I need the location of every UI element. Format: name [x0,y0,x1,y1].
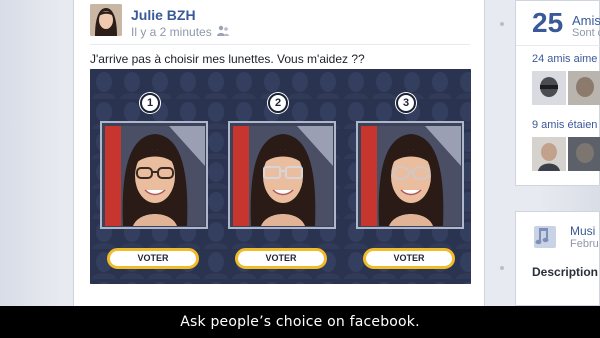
vote-button-1[interactable]: VOTER [107,248,199,269]
friends-subtitle: Sont c [572,27,600,39]
option-photo-1[interactable] [100,121,208,229]
option-photo-2[interactable] [228,121,336,229]
option-number-badge: 1 [140,93,160,113]
author-avatar[interactable] [90,4,122,36]
friends-audience-icon[interactable] [216,25,230,37]
friends-were-line[interactable]: 9 amis étaien [532,119,597,131]
scroll-indicator-bottom [500,266,504,270]
music-box: Musi Febru Description [515,211,600,306]
friend-thumbnail[interactable] [568,137,600,171]
scroll-indicator-top [500,22,504,26]
friend-thumbnail[interactable] [532,137,566,171]
post-message: J'arrive pas à choisir mes lunettes. Vou… [90,52,365,66]
vote-button-3[interactable]: VOTER [363,248,455,269]
post-header: Julie BZH Il y a 2 minutes [90,4,470,42]
right-sidebar: 25 Amis Sont c 24 amis aime 9 amis étaie… [515,0,600,306]
friend-thumbnail[interactable] [568,71,600,105]
friends-divider [516,45,600,46]
option-number-badge: 3 [396,93,416,113]
music-subtitle: Febru [570,238,599,250]
video-caption: Ask people’s choice on facebook. [0,306,600,338]
friend-thumbnail[interactable] [532,71,566,105]
glasses-poll: 1 VOTER 2 VOTER 3 VOTER [90,69,471,284]
description-label: Description [532,265,599,279]
option-photo-3[interactable] [356,121,464,229]
friends-count[interactable]: 25 [532,7,563,39]
facebook-post: Julie BZH Il y a 2 minutes J'arrive pas … [73,0,485,306]
friends-like-line[interactable]: 24 amis aime [532,53,597,65]
music-icon [534,226,556,248]
header-divider [90,44,470,45]
friends-label[interactable]: Amis [572,13,600,28]
post-author-name[interactable]: Julie BZH [131,7,196,23]
option-number-badge: 2 [268,93,288,113]
post-timestamp[interactable]: Il y a 2 minutes [131,25,212,39]
vote-button-2[interactable]: VOTER [235,248,327,269]
friends-box: 25 Amis Sont c 24 amis aime 9 amis étaie… [515,0,600,186]
music-label[interactable]: Musi [570,224,595,238]
